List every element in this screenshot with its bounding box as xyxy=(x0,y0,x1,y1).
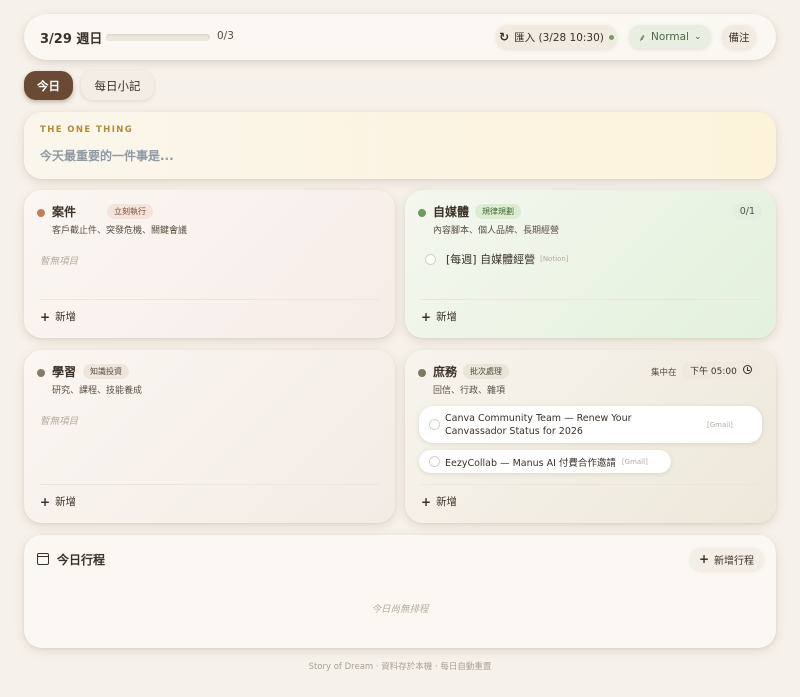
quadrant-title: 庶務 xyxy=(433,365,458,379)
quadrant-badge: 批次處理 xyxy=(463,364,509,379)
add-item-button[interactable]: + 新增 xyxy=(421,309,457,324)
chevron-down-icon: ⌄ xyxy=(693,32,702,42)
sync-status-dot xyxy=(608,34,614,40)
add-item-button[interactable]: + 新增 xyxy=(40,494,76,509)
quadrant-badge: 立刻執行 xyxy=(107,204,153,219)
add-item-button[interactable]: + 新增 xyxy=(421,494,457,509)
task-source: [Gmail] xyxy=(621,457,648,466)
divider xyxy=(421,484,760,485)
schedule-card: 今日行程 + 新增行程 今日尚無排程 xyxy=(24,535,776,648)
schedule-title: 今日行程 xyxy=(57,553,106,567)
one-thing-label: THE ONE THING xyxy=(40,125,134,135)
task-checkbox[interactable] xyxy=(429,419,440,430)
tab-daily-journal[interactable]: 每日小記 xyxy=(81,71,154,100)
plus-icon: + xyxy=(40,309,51,324)
task-text: Canva Community Team — Renew Your Canvas… xyxy=(445,412,632,437)
add-label: 新增 xyxy=(436,311,458,323)
add-label: 新增 xyxy=(436,496,458,508)
quadrant-subtitle: 回信、行政、雜項 xyxy=(433,386,506,396)
task-item[interactable]: EezyCollab — Manus AI 付費合作邀請 [Gmail] xyxy=(419,450,671,473)
empty-state: 暫無項目 xyxy=(40,416,79,427)
add-schedule-label: 新增行程 xyxy=(714,555,755,567)
footer-text: Story of Dream · 資料存於本機 · 每日自動重置 xyxy=(308,662,492,672)
plus-icon: + xyxy=(421,494,432,509)
week-title: 3/29 週日 xyxy=(40,32,103,47)
divider xyxy=(40,484,379,485)
mode-label: Normal xyxy=(650,31,689,43)
task-item[interactable]: [每週] 自媒體經營 [Notion] xyxy=(425,251,568,267)
plus-icon: + xyxy=(698,552,710,566)
divider xyxy=(421,299,760,300)
quadrant-subtitle: 客戶截止件、突發危機、關鍵會議 xyxy=(52,226,188,236)
quadrant-dot xyxy=(37,369,45,377)
task-text: [每週] 自媒體經營 xyxy=(446,253,536,266)
import-button[interactable]: ↻ 匯入 (3/28 10:30) xyxy=(496,25,617,49)
daily-progress-bar xyxy=(106,34,210,41)
quadrant-title: 案件 xyxy=(52,205,77,219)
calendar-icon xyxy=(37,553,49,565)
add-item-button[interactable]: + 新增 xyxy=(40,309,76,324)
one-thing-input[interactable] xyxy=(40,145,740,167)
task-count-badge: 0/1 xyxy=(732,203,762,220)
quadrant-subtitle: 研究、課程、技能養成 xyxy=(52,386,143,396)
mode-select[interactable]: ⸙ Normal ⌄ xyxy=(629,25,711,49)
quadrant-cases: 案件 立刻執行 客戶截止件、突發危機、關鍵會議 暫無項目 + 新增 xyxy=(24,190,395,338)
quadrant-media: 自媒體 規律規劃 0/1 內容腳本、個人品牌、長期經營 [每週] 自媒體經營 [… xyxy=(405,190,776,338)
quadrant-title: 學習 xyxy=(52,365,77,379)
task-checkbox[interactable] xyxy=(429,456,440,467)
quadrant-admin: 庶務 批次處理 集中在 下午 05:00 回信、行政、雜項 Canva Comm… xyxy=(405,350,776,523)
plus-icon: + xyxy=(421,309,432,324)
sprout-icon: ⸙ xyxy=(638,33,646,44)
sync-icon: ↻ xyxy=(499,30,510,44)
tab-today[interactable]: 今日 xyxy=(24,71,73,100)
empty-state: 暫無項目 xyxy=(40,256,79,267)
add-label: 新增 xyxy=(55,496,77,508)
plus-icon: + xyxy=(40,494,51,509)
task-source: [Gmail] xyxy=(707,420,733,429)
import-label: 匯入 (3/28 10:30) xyxy=(514,31,604,44)
task-text: EezyCollab — Manus AI 付費合作邀請 xyxy=(445,457,616,469)
task-checkbox[interactable] xyxy=(425,253,436,265)
task-item[interactable]: Canva Community Team — Renew Your Canvas… xyxy=(419,406,762,443)
task-source: [Notion] xyxy=(540,255,569,263)
add-schedule-button[interactable]: + 新增行程 xyxy=(690,548,763,570)
focus-label: 集中在 xyxy=(651,368,677,378)
clock-icon xyxy=(743,365,752,374)
focus-time-input[interactable]: 下午 05:00 xyxy=(682,362,760,379)
divider xyxy=(40,299,379,300)
one-thing-card: THE ONE THING xyxy=(24,112,776,179)
quadrant-badge: 規律規劃 xyxy=(475,204,521,219)
quadrant-learning: 學習 知識投資 研究、課程、技能養成 暫無項目 + 新增 xyxy=(24,350,395,523)
note-button[interactable]: 備注 xyxy=(722,25,756,49)
quadrant-dot xyxy=(418,209,426,217)
add-label: 新增 xyxy=(55,311,77,323)
empty-state: 今日尚無排程 xyxy=(371,604,429,615)
quadrant-badge: 知識投資 xyxy=(83,364,129,379)
quadrant-title: 自媒體 xyxy=(433,205,470,219)
quadrant-dot xyxy=(418,369,426,377)
focus-time-value: 下午 05:00 xyxy=(690,367,737,377)
quadrant-subtitle: 內容腳本、個人品牌、長期經營 xyxy=(433,226,560,236)
header-bar: 3/29 週日 0/3 ↻ 匯入 (3/28 10:30) ⸙ Normal ⌄… xyxy=(24,14,776,60)
progress-count: 0/3 xyxy=(217,30,234,42)
quadrant-dot xyxy=(37,209,45,217)
